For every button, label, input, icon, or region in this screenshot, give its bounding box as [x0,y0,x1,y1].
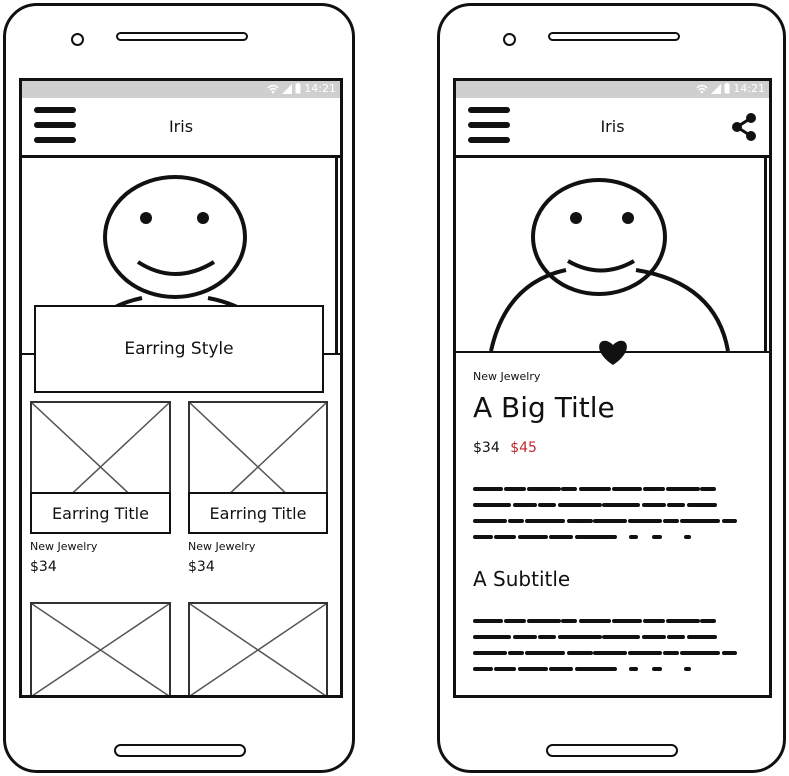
share-icon[interactable] [729,112,759,142]
card-price-2: $34 [188,559,215,575]
app-bar: Iris [22,98,340,158]
product-subtitle: A Subtitle [473,567,571,591]
home-button[interactable] [114,744,246,757]
wifi-icon [696,84,708,93]
battery-icon [724,83,730,94]
signal-icon [282,83,293,94]
product-title: A Big Title [473,391,615,424]
earpiece-speaker [548,32,680,41]
card-price-1: $34 [30,559,57,575]
product-image-3[interactable] [30,602,171,695]
wifi-icon [267,84,279,93]
product-category: New Jewelry [473,370,541,383]
hero-caption[interactable]: Earring Style [34,305,324,393]
current-price: $34 [473,440,500,456]
image-placeholder-icon [190,604,326,695]
image-placeholder-icon [32,604,169,695]
original-price: $45 [510,440,537,456]
app-title: Iris [168,117,194,136]
body-text-scribble-2 [473,619,737,671]
app-title: Iris [600,117,625,136]
earpiece-speaker [116,32,248,41]
heart-icon[interactable] [597,337,629,366]
app-bar: Iris [456,98,769,158]
card-category-2: New Jewelry [188,540,256,553]
right-screen: 14:21 Iris New Jewelry A Big Title $34 $… [453,78,772,698]
front-camera [503,33,516,46]
hero-image[interactable] [456,158,769,353]
card-title-2[interactable]: Earring Title [188,492,328,534]
battery-icon [295,83,301,94]
body-text-scribble-1 [473,487,737,539]
status-bar: 14:21 [456,81,769,98]
status-bar: 14:21 [22,81,340,98]
product-image-4[interactable] [188,602,328,695]
signal-icon [711,83,722,94]
home-button[interactable] [546,744,678,757]
avatar-placeholder [489,178,730,351]
card-category-1: New Jewelry [30,540,98,553]
left-screen: 14:21 Iris Earring Style Earring Title N… [19,78,343,698]
card-title-1[interactable]: Earring Title [30,492,171,534]
status-time: 14:21 [733,82,765,95]
front-camera [71,33,84,46]
status-time: 14:21 [304,82,336,95]
product-price: $34 $45 [473,440,537,456]
